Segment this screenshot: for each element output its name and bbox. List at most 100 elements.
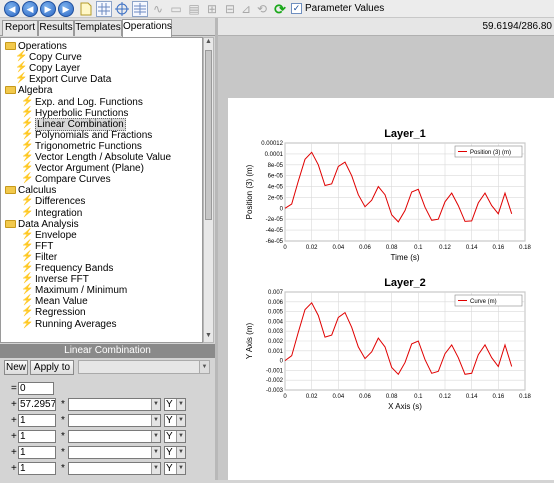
tree-item[interactable]: ⚡ Export Curve Data bbox=[15, 74, 111, 86]
factor-field[interactable]: 1 bbox=[18, 462, 56, 475]
constant-field[interactable]: 0 bbox=[18, 382, 54, 395]
chevron-down-icon[interactable]: ▼ bbox=[151, 463, 160, 474]
tree-item[interactable]: ⚡ Maximum / Minimum bbox=[21, 284, 127, 297]
back-icon[interactable]: ◀ bbox=[4, 1, 20, 17]
axis-select[interactable]: Y ▼ bbox=[164, 398, 186, 411]
grid-icon[interactable] bbox=[96, 1, 112, 17]
axis-select[interactable]: Y ▼ bbox=[164, 462, 186, 475]
function-icon: ⚡ bbox=[21, 295, 34, 307]
x-tick-label: 0 bbox=[283, 394, 287, 400]
tree-item-label: Algebra bbox=[18, 85, 53, 97]
apply-target-select[interactable]: ▼ bbox=[78, 360, 210, 374]
tree-item[interactable]: ⚡ Frequency Bands bbox=[21, 263, 113, 275]
equals-sign: = bbox=[11, 383, 17, 394]
y-tick-label: 0.004 bbox=[268, 319, 284, 325]
chevron-down-icon[interactable]: ▼ bbox=[176, 447, 185, 458]
x-tick-label: 0.06 bbox=[359, 394, 371, 400]
factor-field[interactable]: 1 bbox=[18, 430, 56, 443]
tab-templates[interactable]: Templates bbox=[74, 20, 122, 36]
tree-item[interactable]: ⚡ Vector Length / Absolute Value bbox=[21, 151, 172, 164]
factor-field[interactable]: 57.29577 bbox=[18, 398, 56, 411]
new-button[interactable]: New bbox=[4, 360, 28, 375]
curve-select[interactable]: ▼ bbox=[68, 414, 161, 427]
parameter-values-label[interactable]: Parameter Values bbox=[305, 3, 384, 14]
new-document-icon[interactable] bbox=[78, 1, 94, 17]
curve-select[interactable]: ▼ bbox=[68, 430, 161, 443]
tree-item-label: Exp. and Log. Functions bbox=[35, 96, 143, 108]
chevron-down-icon[interactable]: ▼ bbox=[151, 399, 160, 410]
report-page: Layer_1 0 0.02 0.04 0.06 0.08 0.1 0.12 0.14 0.16 0… bbox=[228, 98, 554, 480]
function-icon: ⚡ bbox=[21, 273, 34, 285]
apply-to-button[interactable]: Apply to bbox=[30, 360, 74, 375]
forward-icon[interactable]: ▶ bbox=[58, 1, 74, 17]
forward-icon[interactable]: ▶ bbox=[40, 1, 56, 17]
charts-svg: Layer_1 0 0.02 0.04 0.06 0.08 0.1 0.12 0.14 0.16 0… bbox=[245, 128, 531, 411]
function-icon: ⚡ bbox=[21, 284, 34, 296]
tree-item[interactable]: ⚡ Running Averages bbox=[21, 318, 117, 330]
chevron-down-icon[interactable]: ▼ bbox=[151, 431, 160, 442]
y-tick-label: 0.007 bbox=[268, 290, 284, 296]
tree-item[interactable]: ⚡ Hyperbolic Functions bbox=[21, 106, 128, 119]
table-icon[interactable] bbox=[132, 1, 148, 17]
chevron-down-icon[interactable]: ▼ bbox=[199, 361, 209, 373]
tree-item[interactable]: ⚡ Exp. and Log. Functions bbox=[21, 95, 143, 108]
crosshair-icon[interactable] bbox=[114, 1, 130, 17]
scroll-down-icon[interactable]: ▼ bbox=[204, 332, 213, 342]
tab-report[interactable]: Report bbox=[2, 20, 38, 36]
x-tick-label: 0.1 bbox=[414, 394, 423, 400]
factor-field[interactable]: 1 bbox=[18, 414, 56, 427]
tree-item[interactable]: ⚡ Compare Curves bbox=[21, 174, 111, 186]
chart-1: Layer_1 0 0.02 0.04 0.06 0.08 0.1 0.12 0.14 0.16 0… bbox=[245, 128, 531, 262]
tree-item-label: Vector Length / Absolute Value bbox=[35, 152, 172, 163]
chevron-down-icon[interactable]: ▼ bbox=[176, 415, 185, 426]
toolbar: ◀ ◀ ▶ ▶ ∿ ▭ ▤ ⊞ ⊟ ⊿ ⟲ ⟳ ⟳ ✓ Parameter Va… bbox=[0, 0, 554, 18]
y-tick-label: -0.002 bbox=[266, 378, 284, 384]
parameter-values-checkbox[interactable]: ✓ bbox=[291, 3, 302, 14]
y-tick-label: 0 bbox=[280, 359, 284, 365]
layout-icon: ▤ bbox=[188, 2, 200, 16]
tree-item[interactable]: ⚡ Vector Argument (Plane) bbox=[21, 162, 144, 175]
y-tick-label: 2e-05 bbox=[268, 195, 284, 201]
axis-select[interactable]: Y ▼ bbox=[164, 446, 186, 459]
tree-item[interactable]: ⚡ Polynomials and Fractions bbox=[21, 129, 153, 141]
tree-item[interactable]: ⚡ Linear Combination bbox=[21, 117, 126, 131]
tree-item-label: FFT bbox=[35, 240, 54, 252]
chevron-down-icon[interactable]: ▼ bbox=[151, 447, 160, 458]
curve-select[interactable]: ▼ bbox=[68, 446, 161, 459]
tree-item[interactable]: ⚡ Integration bbox=[21, 207, 82, 219]
tree-scrollbar[interactable]: ▲ ▼ bbox=[203, 37, 214, 343]
chevron-down-icon[interactable]: ▼ bbox=[176, 431, 185, 442]
chevron-down-icon[interactable]: ▼ bbox=[176, 399, 185, 410]
tree-item-label: Copy Layer bbox=[29, 63, 81, 75]
plus-sign: + bbox=[11, 463, 17, 474]
function-icon: ⚡ bbox=[21, 106, 34, 118]
folder-icon bbox=[5, 186, 16, 195]
tree-item-label: Polynomials and Fractions bbox=[35, 129, 153, 141]
tree-folder[interactable]: Data Analysis bbox=[5, 219, 79, 230]
green-refresh-icon[interactable]: ⟳ bbox=[272, 1, 288, 17]
tree-item[interactable]: ⚡ Regression bbox=[21, 307, 86, 319]
scroll-up-icon[interactable]: ▲ bbox=[204, 38, 213, 48]
tab-results[interactable]: Results bbox=[38, 20, 74, 36]
function-icon: ⚡ bbox=[21, 162, 34, 174]
chevron-down-icon[interactable]: ▼ bbox=[176, 463, 185, 474]
tree-item[interactable]: ⚡ Trigonometric Functions bbox=[21, 140, 142, 152]
curve-select[interactable]: ▼ bbox=[68, 462, 161, 475]
axis-select[interactable]: Y ▼ bbox=[164, 430, 186, 443]
axis-select-value: Y bbox=[166, 463, 173, 474]
plus-sign: + bbox=[11, 399, 17, 410]
function-icon: ⚡ bbox=[21, 95, 34, 107]
tab-operations[interactable]: Operations bbox=[122, 19, 172, 37]
tree-folder[interactable]: Algebra bbox=[5, 85, 52, 96]
scrollbar-thumb[interactable] bbox=[205, 50, 212, 220]
x-tick-label: 0.02 bbox=[306, 394, 318, 400]
axis-select-value: Y bbox=[166, 447, 173, 458]
x-axis-label: Time (s) bbox=[390, 253, 419, 262]
factor-field[interactable]: 1 bbox=[18, 446, 56, 459]
function-icon: ⚡ bbox=[21, 151, 34, 162]
tree-item[interactable]: ⚡ Differences bbox=[21, 196, 85, 208]
back-icon[interactable]: ◀ bbox=[22, 1, 38, 17]
curve-select[interactable]: ▼ bbox=[68, 398, 161, 411]
axis-select[interactable]: Y ▼ bbox=[164, 414, 186, 427]
chevron-down-icon[interactable]: ▼ bbox=[151, 415, 160, 426]
